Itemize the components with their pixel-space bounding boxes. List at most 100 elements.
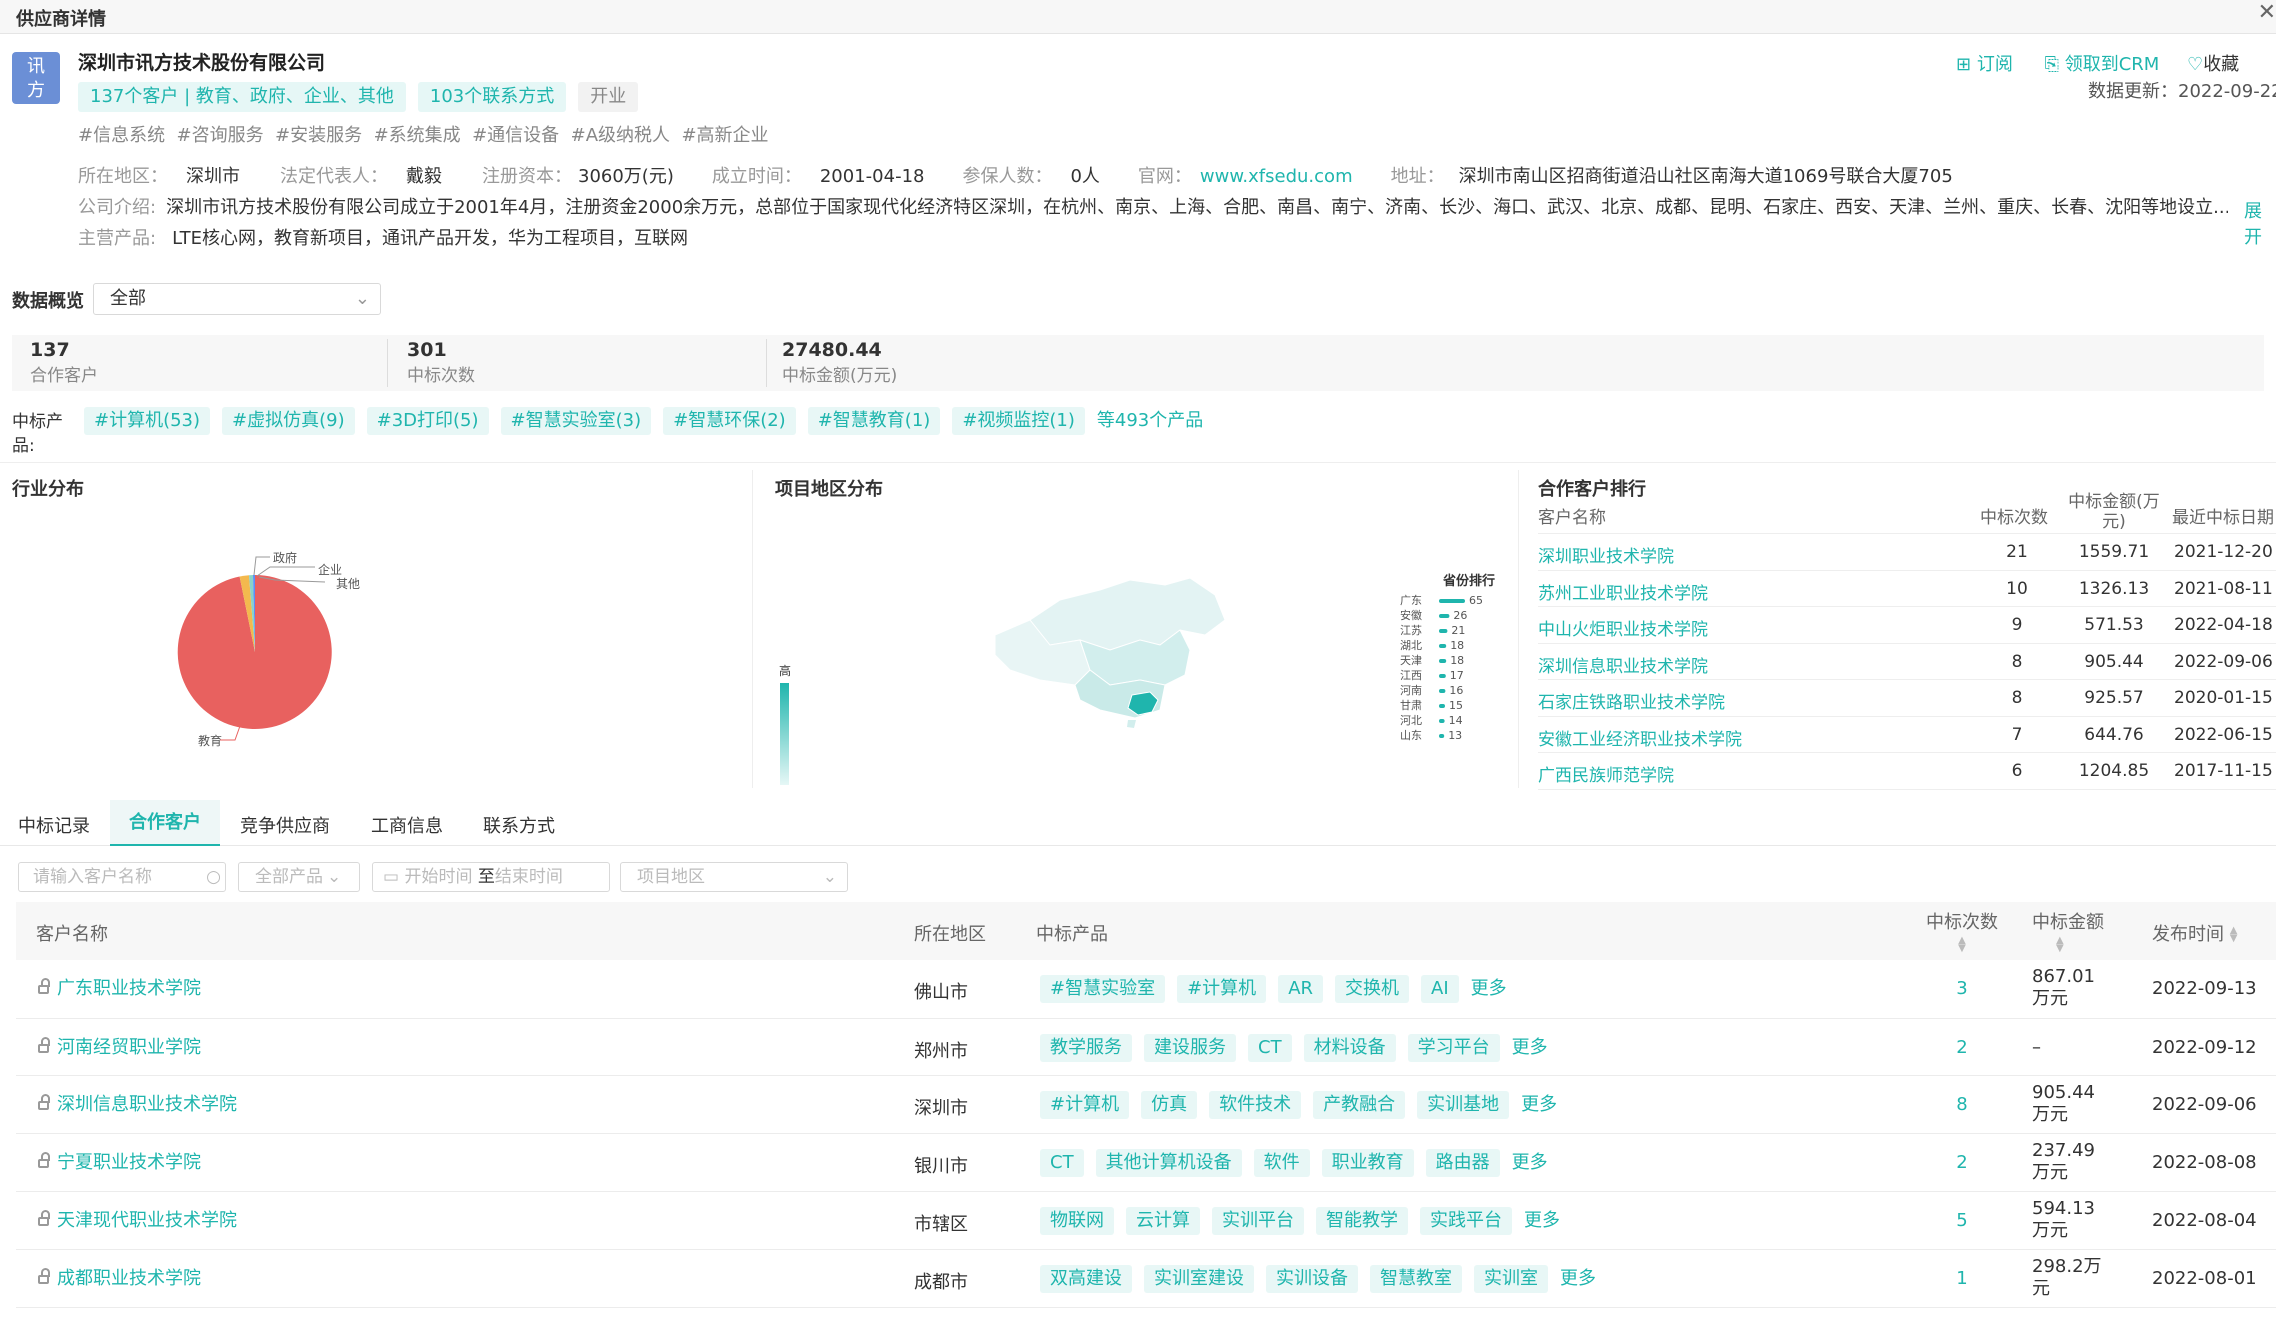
product-tag[interactable]: 交换机	[1335, 975, 1410, 1003]
company-logo: 讯方	[12, 52, 60, 104]
subscribe-button[interactable]: ⊞ 订阅	[1956, 54, 2013, 75]
customer-name-link[interactable]: 天津现代职业技术学院	[38, 1206, 237, 1232]
product-tag[interactable]: #智慧实验室(3)	[500, 407, 652, 435]
product-tag[interactable]: 实训室	[1474, 1265, 1548, 1293]
customer-count[interactable]: 1	[1922, 1268, 2002, 1289]
product-tag[interactable]: #3D打印(5)	[366, 407, 489, 435]
rank-value-label: 18	[1450, 654, 1464, 667]
customer-count[interactable]: 2	[1922, 1152, 2002, 1173]
product-filter-select[interactable]: 全部产品 ⌄	[238, 862, 360, 892]
overview-select[interactable]: 全部 ⌄	[93, 283, 381, 315]
ranking-customer-link[interactable]: 安徽工业经济职业技术学院	[1538, 725, 1742, 750]
product-tag[interactable]: #智慧教育(1)	[807, 407, 941, 435]
sort-date[interactable]: 发布时间 ▲ ▼	[2152, 920, 2237, 946]
ranking-customer-link[interactable]: 深圳信息职业技术学院	[1538, 652, 1708, 677]
product-tag[interactable]: 软件技术	[1209, 1091, 1302, 1119]
product-tag[interactable]: CT	[1248, 1034, 1292, 1062]
product-tag[interactable]: #智慧环保(2)	[663, 407, 796, 435]
sort-count[interactable]: 中标次数 ▲ ▼	[1922, 908, 2002, 955]
ranking-customer-link[interactable]: 深圳职业技术学院	[1538, 542, 1674, 567]
customer-count[interactable]: 5	[1922, 1210, 2002, 1231]
favorite-button[interactable]: ♡收藏	[2187, 54, 2239, 75]
customer-count[interactable]: 8	[1922, 1094, 2002, 1115]
close-icon[interactable]: ✕	[2258, 0, 2276, 25]
product-tag[interactable]: 仿真	[1141, 1091, 1198, 1119]
customer-name-link[interactable]: 宁夏职业技术学院	[38, 1148, 201, 1174]
product-tag[interactable]: #智慧实验室	[1040, 975, 1166, 1003]
tab-contacts[interactable]: 联系方式	[483, 812, 555, 838]
product-tag[interactable]: #虚拟仿真(9)	[222, 407, 355, 435]
product-tag[interactable]: 物联网	[1040, 1207, 1114, 1235]
product-tag[interactable]: #计算机	[1177, 975, 1267, 1003]
product-tag[interactable]: 教学服务	[1040, 1034, 1132, 1062]
product-tag[interactable]: 双高建设	[1040, 1265, 1132, 1293]
contacts-tag[interactable]: 103个联系方式	[417, 82, 567, 112]
product-tag[interactable]: #计算机	[1040, 1091, 1130, 1119]
ranking-customer-link[interactable]: 苏州工业职业技术学院	[1538, 579, 1708, 604]
rank-province-label: 山东	[1400, 729, 1422, 742]
company-tags: 137个客户 | 教育、政府、企业、其他 103个联系方式 开业	[78, 82, 650, 112]
product-tag[interactable]: 职业教育	[1321, 1149, 1414, 1177]
more-tags-link[interactable]: 更多	[1471, 978, 1507, 999]
product-tag[interactable]: 实训设备	[1266, 1265, 1358, 1293]
product-tag[interactable]: 学习平台	[1407, 1034, 1500, 1062]
product-tag[interactable]: 路由器	[1425, 1149, 1500, 1177]
product-tag[interactable]: 实训室建设	[1144, 1265, 1254, 1293]
product-tag[interactable]: #计算机(53)	[84, 407, 211, 435]
tab-partner-customers[interactable]: 合作客户	[110, 800, 220, 846]
more-tags-link[interactable]: 更多	[1512, 1152, 1548, 1173]
product-tag[interactable]: 智慧教室	[1370, 1265, 1462, 1293]
rank-value-label: 21	[1451, 624, 1465, 637]
more-products-link[interactable]: 等493个产品	[1097, 410, 1203, 431]
rank-province-label: 江西	[1400, 669, 1422, 682]
product-tag[interactable]: 实训基地	[1417, 1091, 1510, 1119]
ranking-customer-link[interactable]: 广西民族师范学院	[1538, 761, 1674, 786]
product-tag[interactable]: 实训平台	[1212, 1207, 1304, 1235]
customer-name-link[interactable]: 河南经贸职业学院	[38, 1033, 201, 1059]
more-tags-link[interactable]: 更多	[1560, 1268, 1596, 1289]
crm-icon: ⎘	[2044, 54, 2059, 75]
lock-icon	[38, 1209, 50, 1226]
product-tag[interactable]: AR	[1278, 975, 1324, 1003]
crm-button[interactable]: ⎘ 领取到CRM	[2045, 54, 2160, 75]
table-row: 广东职业技术学院 佛山市 #智慧实验室 #计算机 AR 交换机 AI 更多 3 867.01万元 2…	[16, 960, 2276, 1019]
customer-search-input[interactable]: 请输入客户名称 ○	[18, 862, 226, 892]
product-tag[interactable]: 建设服务	[1144, 1034, 1236, 1062]
customer-city: 佛山市	[914, 982, 968, 1003]
product-tag[interactable]: 产教融合	[1313, 1091, 1406, 1119]
customer-count[interactable]: 3	[1922, 978, 2002, 999]
more-tags-link[interactable]: 更多	[1512, 1037, 1548, 1058]
more-tags-link[interactable]: 更多	[1524, 1210, 1560, 1231]
stat-wins: 301 中标次数	[407, 339, 767, 387]
website-link[interactable]: www.xfsedu.com	[1200, 166, 1353, 187]
product-tag[interactable]: AI	[1421, 975, 1459, 1003]
product-tag[interactable]: 云计算	[1126, 1207, 1200, 1235]
expand-link[interactable]: 展开	[2244, 197, 2276, 249]
rank-value-label: 14	[1449, 714, 1463, 727]
window-title: 供应商详情	[16, 9, 106, 30]
region-filter-select[interactable]: 项目地区 ⌄	[620, 862, 848, 892]
ranking-amount: 571.53	[2084, 615, 2144, 635]
product-tag[interactable]: #视频监控(1)	[952, 407, 1085, 435]
ranking-customer-link[interactable]: 中山火炬职业技术学院	[1538, 615, 1708, 640]
product-tag[interactable]: 软件	[1253, 1149, 1310, 1177]
customer-name-link[interactable]: 成都职业技术学院	[38, 1264, 201, 1290]
product-tag[interactable]: 实践平台	[1420, 1207, 1512, 1235]
tab-bid-records[interactable]: 中标记录	[18, 812, 90, 838]
ranking-customer-link[interactable]: 石家庄铁路职业技术学院	[1538, 688, 1725, 713]
product-tag[interactable]: 智能教学	[1316, 1207, 1408, 1235]
customer-name-link[interactable]: 广东职业技术学院	[38, 974, 201, 1000]
sort-amount[interactable]: 中标金额 ▲ ▼	[2032, 908, 2104, 955]
customers-tag[interactable]: 137个客户 | 教育、政府、企业、其他	[78, 82, 406, 112]
product-tag[interactable]: 其他计算机设备	[1095, 1149, 1242, 1177]
customer-name-link[interactable]: 深圳信息职业技术学院	[38, 1090, 237, 1116]
product-tag[interactable]: 材料设备	[1303, 1034, 1396, 1062]
date-range-picker[interactable]: ▭ 开始时间 至结束时间	[372, 862, 610, 892]
ranking-count: 8	[2011, 651, 2023, 672]
product-tag[interactable]: CT	[1040, 1149, 1084, 1177]
customer-count[interactable]: 2	[1922, 1037, 2002, 1058]
more-tags-link[interactable]: 更多	[1521, 1094, 1557, 1115]
ranking-amount: 905.44	[2084, 651, 2144, 672]
tab-competitors[interactable]: 竞争供应商	[240, 812, 330, 838]
tab-business-info[interactable]: 工商信息	[371, 812, 443, 838]
